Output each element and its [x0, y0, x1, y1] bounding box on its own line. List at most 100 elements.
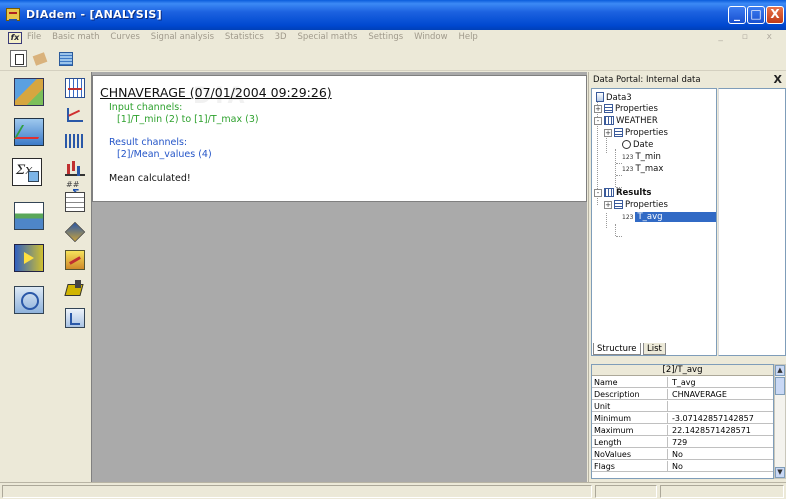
diadem-app-icon[interactable] [6, 8, 20, 21]
property-row[interactable]: Description CHNAVERAGE [592, 389, 773, 400]
close-icon: X [770, 7, 780, 21]
input-channels-label: Input channels: [109, 102, 183, 113]
tree-node-date[interactable]: Date [620, 140, 653, 151]
structure-list-pane[interactable] [718, 88, 786, 356]
menu-signal-analysis[interactable]: Signal analysis [151, 32, 214, 42]
collapse-icon[interactable]: - [594, 188, 602, 197]
tree-connector [616, 175, 622, 176]
result-channels-value: [2]/Mean_values (4) [117, 149, 212, 160]
expand-icon[interactable]: + [604, 128, 612, 137]
close-button[interactable]: X [766, 6, 784, 24]
workspace: DIA CHNAVERAGE (07/01/2004 09:29:26) Inp… [91, 72, 587, 482]
scroll-up-icon[interactable]: ▲ [775, 365, 785, 376]
log-heading: CHNAVERAGE (07/01/2004 09:29:26) [100, 85, 332, 100]
property-row[interactable]: Unit [592, 401, 773, 412]
curves-icon[interactable] [65, 104, 85, 124]
input-channels-value: [1]/T_min (2) to [1]/T_max (3) [117, 114, 259, 125]
3d-icon[interactable] [64, 221, 86, 243]
tree-node-results[interactable]: - Results [594, 188, 651, 199]
table-icon[interactable] [57, 50, 74, 67]
properties-scrollbar[interactable]: ▲ ▼ [774, 364, 786, 479]
tree-node-t-avg[interactable]: 123 T_avg [620, 212, 716, 223]
portal-close-icon[interactable]: X [774, 73, 782, 86]
structure-tree[interactable]: Data3 + Properties - WEATHER + Properties D… [591, 88, 717, 356]
menu-help[interactable]: Help [458, 32, 477, 42]
tree-connector [606, 138, 607, 153]
analysis-log-window[interactable]: DIA CHNAVERAGE (07/01/2004 09:29:26) Inp… [92, 75, 587, 202]
status-segment [2, 485, 592, 498]
property-row[interactable]: Name T_avg [592, 377, 773, 388]
portal-tabs: Structure List [591, 341, 717, 355]
result-channels-label: Result channels: [109, 137, 188, 148]
property-row[interactable]: Length 729 [592, 437, 773, 448]
window-title: DIAdem - [ANALYSIS] [26, 8, 162, 21]
report-icon[interactable] [14, 202, 44, 230]
maximize-icon: □ [750, 7, 762, 21]
status-segment [595, 485, 657, 498]
menu-items: File Basic math Curves Signal analysis S… [27, 32, 486, 42]
menu-3d[interactable]: 3D [275, 32, 287, 42]
sud-icon[interactable] [14, 286, 44, 314]
menu-settings[interactable]: Settings [368, 32, 403, 42]
basic-math-icon[interactable] [65, 78, 85, 98]
properties-icon [614, 128, 623, 137]
tree-connector [615, 224, 616, 236]
status-bar [0, 482, 786, 499]
menu-file[interactable]: File [27, 32, 41, 42]
tree-node-weather[interactable]: - WEATHER [594, 116, 658, 127]
tree-connector [606, 213, 607, 228]
numeric-channel-icon: 123 [622, 214, 634, 221]
menu-bar: fx File Basic math Curves Signal analysi… [0, 30, 786, 47]
transform-icon[interactable] [65, 308, 85, 328]
script-icon[interactable] [14, 244, 44, 272]
property-row[interactable]: Minimum -3.07142857142857 [592, 413, 773, 424]
analysis-icon[interactable] [12, 158, 42, 186]
tab-structure[interactable]: Structure [593, 343, 641, 355]
numeric-channel-icon: 123 [622, 166, 634, 173]
minimize-button[interactable]: _ [728, 6, 746, 24]
tab-list[interactable]: List [643, 343, 666, 355]
minimize-icon: _ [734, 7, 740, 21]
tree-node-data3[interactable]: Data3 [594, 92, 632, 103]
special-icon[interactable] [65, 250, 85, 270]
view-icon[interactable] [14, 118, 44, 146]
clock-icon [622, 140, 631, 149]
hand-icon[interactable] [32, 50, 49, 67]
property-row[interactable]: Maximum 22.1428571428571 [592, 425, 773, 436]
menu-statistics[interactable]: Statistics [225, 32, 264, 42]
property-row[interactable]: NoValues No [592, 449, 773, 460]
mdi-window-controls[interactable]: _ ▫ x [718, 32, 780, 42]
scroll-down-icon[interactable]: ▼ [775, 467, 785, 478]
properties-grid: [2]/T_avg Name T_avg Description CHNAVERAG… [591, 364, 774, 479]
numeric-channel-icon: 123 [622, 154, 634, 161]
menu-window[interactable]: Window [414, 32, 448, 42]
navigator-icon[interactable] [14, 78, 44, 106]
collapse-icon[interactable]: - [594, 116, 602, 125]
database-icon [596, 92, 604, 102]
tree-connector [616, 236, 622, 237]
tree-node-t-max[interactable]: 123 T_max [620, 164, 663, 175]
expand-icon[interactable]: + [594, 104, 602, 113]
expand-icon[interactable]: + [604, 200, 612, 209]
data-portal: Data Portal: Internal data X Data3 + Prop… [588, 72, 786, 482]
histogram-icon[interactable] [65, 156, 85, 176]
tree-node-root-properties[interactable]: + Properties [594, 104, 658, 115]
scroll-thumb[interactable] [775, 377, 785, 395]
group-icon [604, 188, 614, 197]
classification-icon[interactable] [65, 192, 85, 212]
maximize-button[interactable]: □ [747, 6, 765, 24]
property-row[interactable]: Flags No [592, 461, 773, 472]
document-system-icon[interactable]: fx [8, 32, 22, 44]
tree-node-t-min[interactable]: 123 T_min [620, 152, 661, 163]
tree-node-weather-properties[interactable]: + Properties [604, 128, 668, 139]
tree-node-results-properties[interactable]: + Properties [604, 200, 668, 211]
tree-connector [615, 149, 616, 187]
menu-special-maths[interactable]: Special maths [297, 32, 357, 42]
menu-basic-math[interactable]: Basic math [52, 32, 99, 42]
title-bar: DIAdem - [ANALYSIS] _ □ X [0, 0, 786, 30]
document-icon[interactable] [10, 50, 27, 67]
fit-icon[interactable] [65, 278, 85, 298]
status-segment [660, 485, 784, 498]
signal-icon[interactable] [65, 134, 85, 148]
menu-curves[interactable]: Curves [110, 32, 140, 42]
